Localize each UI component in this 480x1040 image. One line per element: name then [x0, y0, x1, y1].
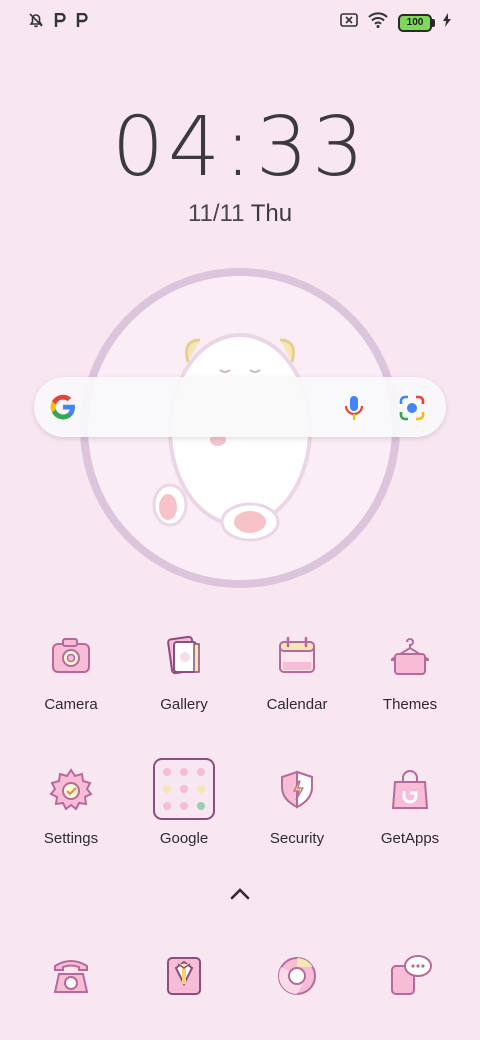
battery-icon: 100 [398, 13, 435, 32]
day-text: Thu [250, 200, 293, 227]
getapps-icon [386, 766, 434, 814]
app-label: Settings [43, 830, 99, 847]
phone-icon [47, 952, 95, 1000]
sim-x-icon [340, 13, 358, 32]
app-camera[interactable]: Camera [16, 632, 126, 713]
p-icon [76, 12, 88, 32]
app-settings[interactable]: Settings [16, 766, 126, 847]
app-google-folder[interactable]: Google [129, 758, 239, 847]
p-icon [54, 12, 66, 32]
lens-icon[interactable] [398, 394, 426, 427]
dock-messages[interactable] [355, 952, 465, 1000]
app-label: Calendar [266, 696, 328, 713]
wifi-icon [368, 12, 388, 33]
google-g-icon[interactable] [48, 392, 78, 427]
notifications-off-icon [28, 12, 44, 33]
mic-icon[interactable] [343, 394, 365, 427]
date-text: 11/11 [187, 200, 245, 227]
dock-phone[interactable] [16, 952, 126, 1000]
status-bar-left [28, 12, 88, 33]
gallery-icon [160, 632, 208, 680]
clock-date[interactable]: 11/11 Thu [0, 200, 480, 228]
app-getapps[interactable]: GetApps [355, 766, 465, 847]
chrome-icon [273, 952, 321, 1000]
app-label: GetApps [380, 830, 440, 847]
google-folder-icon [153, 758, 215, 820]
themes-icon [386, 632, 434, 680]
dock-contacts[interactable] [129, 952, 239, 1000]
messages-icon [386, 952, 434, 1000]
app-label: Security [269, 830, 325, 847]
app-themes[interactable]: Themes [355, 632, 465, 713]
app-label: Gallery [160, 696, 208, 713]
chevron-up-icon[interactable] [228, 886, 252, 907]
app-label: Themes [382, 696, 438, 713]
contacts-icon [160, 952, 208, 1000]
app-gallery[interactable]: Gallery [129, 632, 239, 713]
charging-icon [442, 13, 452, 32]
app-security[interactable]: Security [242, 766, 352, 847]
clock-time[interactable]: 04:33 [0, 100, 480, 195]
app-calendar[interactable]: Calendar [242, 632, 352, 713]
app-label: Camera [44, 696, 98, 713]
google-search-bar[interactable] [34, 377, 446, 437]
camera-icon [47, 632, 95, 680]
security-icon [273, 766, 321, 814]
dock-chrome[interactable] [242, 952, 352, 1000]
calendar-icon [273, 632, 321, 680]
status-bar-right: 100 [340, 12, 452, 33]
app-label: Google [159, 830, 209, 847]
settings-icon [47, 766, 95, 814]
